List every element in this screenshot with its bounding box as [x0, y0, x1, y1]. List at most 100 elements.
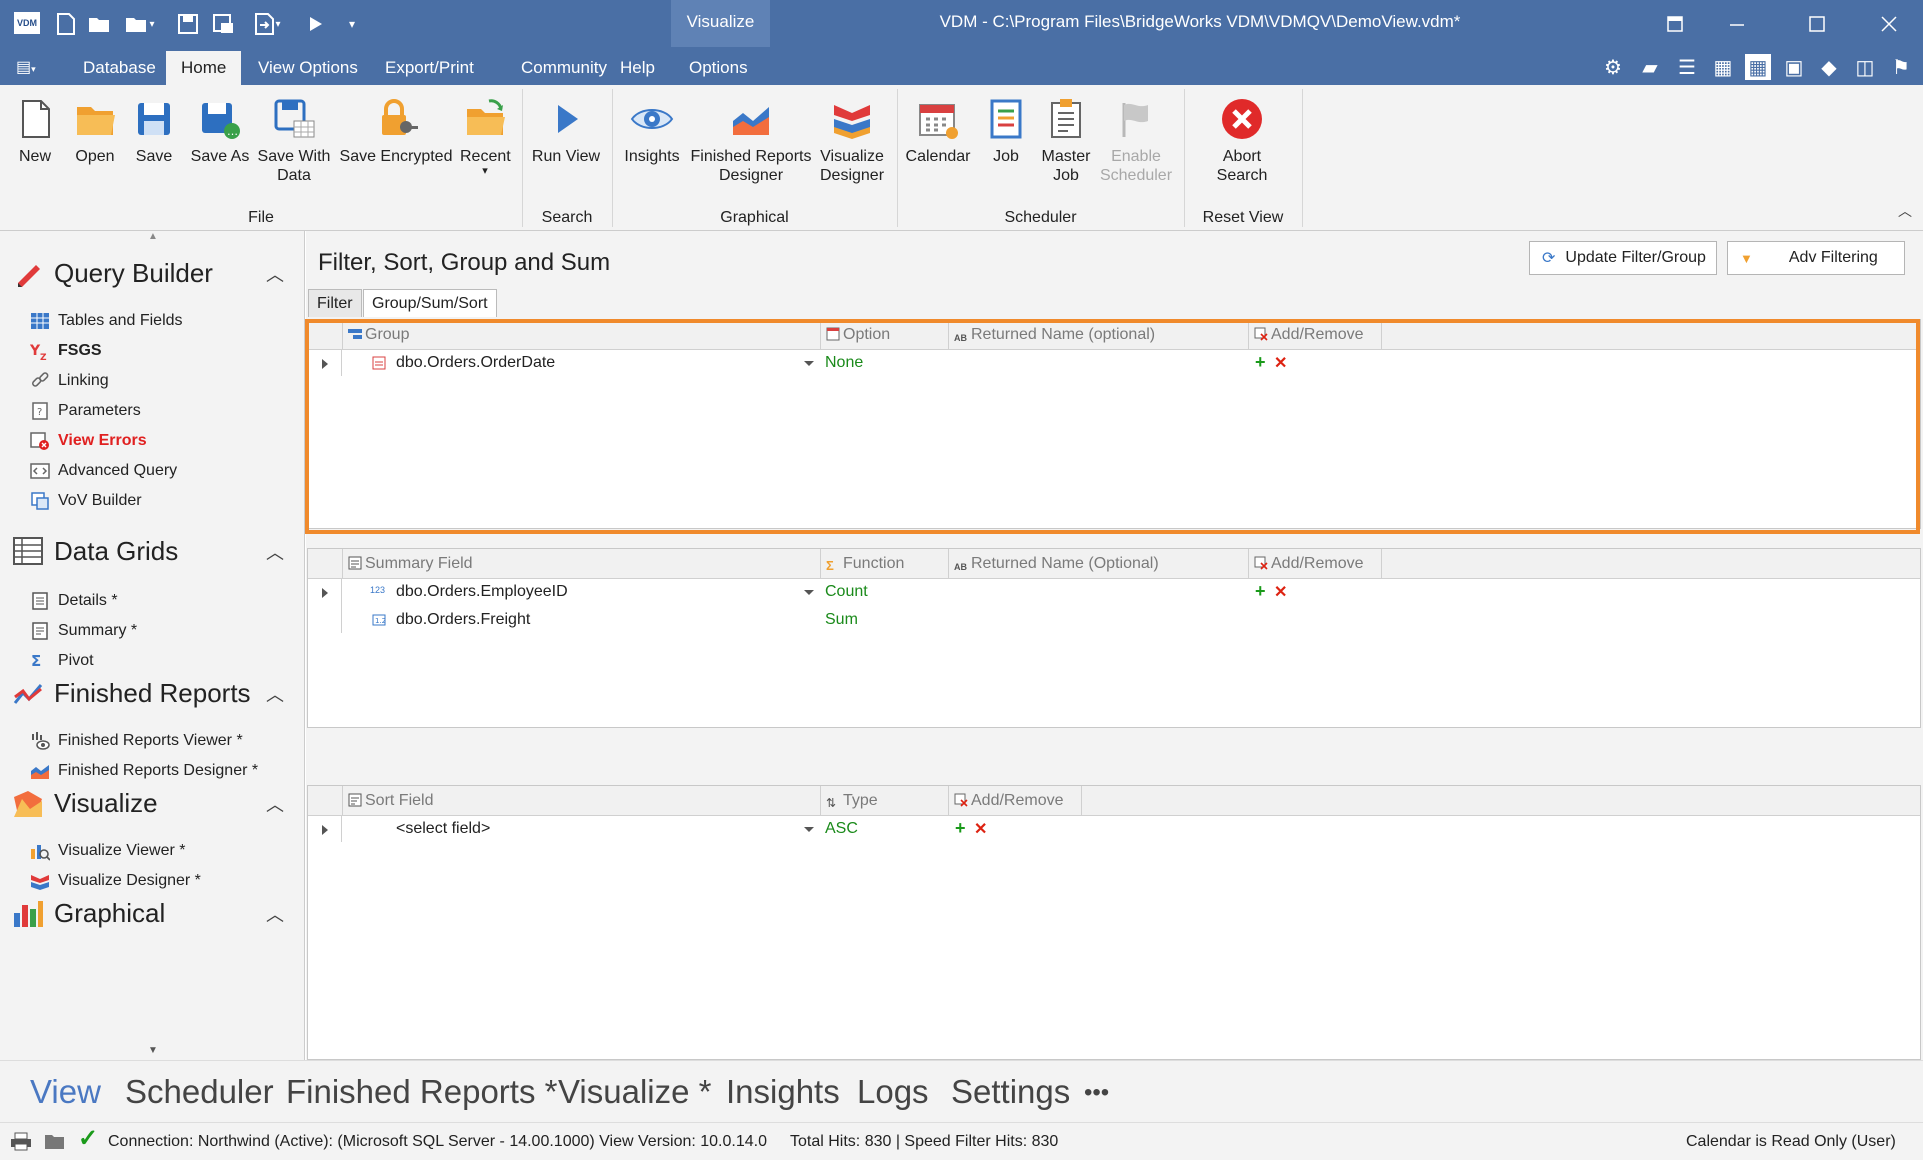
nav-item-linking[interactable]: Linking	[30, 371, 109, 391]
summary-function-value[interactable]: Sum	[825, 611, 858, 629]
scroll-up-icon[interactable]: ▲	[148, 231, 158, 242]
bottom-tab-settings[interactable]: Settings	[951, 1073, 1070, 1111]
bottom-tab-finished-reports[interactable]: Finished Reports *	[286, 1073, 557, 1111]
column-header-function[interactable]: Σ Function	[820, 549, 948, 579]
open-button[interactable]: Open	[70, 97, 120, 166]
table-row[interactable]: dbo.Orders.OrderDate None + ✕	[308, 350, 1920, 378]
tab-export-print[interactable]: Export/Print	[370, 51, 489, 85]
tab-home[interactable]: Home	[166, 51, 242, 85]
scroll-down-icon[interactable]: ▼	[148, 1045, 158, 1056]
column-header-add-remove[interactable]: Add/Remove	[1248, 549, 1382, 579]
collapse-ribbon-icon[interactable]: ︿	[1898, 201, 1912, 221]
field-dropdown-icon[interactable]	[804, 827, 814, 832]
customize-qat-icon[interactable]: ▾	[338, 10, 366, 38]
group-field-value[interactable]: dbo.Orders.OrderDate	[396, 354, 555, 372]
expand-row-icon[interactable]	[322, 588, 328, 598]
tab-database[interactable]: Database	[68, 51, 171, 85]
nav-item-vov-builder[interactable]: VoV Builder	[30, 491, 142, 511]
nav-item-tables-and-fields[interactable]: Tables and Fields	[30, 311, 183, 331]
details-grid-icon[interactable]: ▦	[1745, 54, 1771, 80]
save-encrypted-button[interactable]: Save Encrypted	[338, 97, 454, 166]
close-icon[interactable]	[1864, 6, 1914, 42]
field-dropdown-icon[interactable]	[804, 361, 814, 366]
enable-scheduler-button[interactable]: Enable Scheduler	[1098, 97, 1174, 185]
bottom-tab-view[interactable]: View	[30, 1073, 101, 1111]
group-option-value[interactable]: None	[825, 354, 863, 372]
column-header-group[interactable]: Group	[342, 320, 728, 350]
tab-filter[interactable]: Filter	[308, 289, 362, 317]
nav-item-view-errors[interactable]: View Errors	[30, 431, 147, 451]
printer-icon[interactable]	[10, 1131, 32, 1156]
nav-item-pivot[interactable]: Σ Pivot	[30, 651, 94, 671]
maximize-icon[interactable]	[1792, 6, 1842, 42]
open-folder-icon[interactable]	[86, 10, 114, 38]
column-header-option[interactable]: Option	[820, 320, 948, 350]
more-tabs-icon[interactable]: •••	[1084, 1079, 1109, 1107]
insights-button[interactable]: Insights	[618, 97, 686, 166]
collapse-chevron-icon[interactable]: ︿	[266, 539, 284, 565]
bottom-tab-visualize[interactable]: Visualize *	[558, 1073, 711, 1111]
folder-icon[interactable]: ▰	[1637, 54, 1663, 80]
sort-type-value[interactable]: ASC	[825, 820, 858, 838]
adv-filtering-button[interactable]: ▼ Adv Filtering	[1727, 241, 1905, 275]
bottom-tab-scheduler[interactable]: Scheduler	[125, 1073, 274, 1111]
sort-field-value[interactable]: <select field>	[396, 820, 490, 838]
nav-group-graphical[interactable]: Graphical	[12, 897, 165, 929]
column-header-add-remove[interactable]: Add/Remove	[1248, 320, 1382, 350]
update-filter-group-button[interactable]: ⟳ Update Filter/Group	[1529, 241, 1717, 275]
add-icon[interactable]: +	[1255, 581, 1266, 602]
nav-item-finished-reports-designer[interactable]: Finished Reports Designer *	[30, 761, 258, 781]
document-list-icon[interactable]: ☰	[1674, 54, 1700, 80]
recent-button[interactable]: Recent ▾	[460, 97, 511, 177]
export-icon[interactable]: ▾	[248, 10, 288, 38]
nav-group-visualize[interactable]: Visualize	[12, 787, 158, 819]
add-icon[interactable]: +	[955, 818, 966, 839]
nav-item-parameters[interactable]: ? Parameters	[30, 401, 141, 421]
finished-reports-designer-button[interactable]: Finished Reports Designer	[690, 97, 812, 185]
nav-group-query-builder[interactable]: Query Builder	[12, 257, 213, 289]
column-header-summary-field[interactable]: Summary Field	[342, 549, 728, 579]
field-dropdown-icon[interactable]	[804, 590, 814, 595]
expand-row-icon[interactable]	[322, 359, 328, 369]
table-row[interactable]: 123 dbo.Orders.EmployeeID Count + ✕	[308, 579, 1920, 607]
job-button[interactable]: Job	[980, 97, 1032, 166]
collapse-chevron-icon[interactable]: ︿	[266, 261, 284, 287]
summary-function-value[interactable]: Count	[825, 583, 868, 601]
save-as-button[interactable]: … Save As	[188, 97, 252, 166]
collapse-chevron-icon[interactable]: ︿	[266, 681, 284, 707]
collapse-chevron-icon[interactable]: ︿	[266, 901, 284, 927]
calendar-button[interactable]: Calendar	[902, 97, 974, 166]
minimize-icon[interactable]	[1712, 6, 1762, 42]
save-icon[interactable]	[174, 10, 202, 38]
nav-item-details[interactable]: Details *	[30, 591, 118, 611]
nav-item-finished-reports-viewer[interactable]: Finished Reports Viewer *	[30, 731, 243, 751]
nav-item-visualize-viewer[interactable]: Visualize Viewer *	[30, 841, 185, 861]
nav-item-fsgs[interactable]: YZ FSGS	[29, 341, 102, 363]
tab-group-sum-sort[interactable]: Group/Sum/Sort	[363, 289, 497, 317]
app-menu-icon[interactable]: ▤▾	[16, 57, 46, 77]
settings-file-icon[interactable]: ⚙	[1600, 54, 1626, 80]
bottom-tab-insights[interactable]: Insights	[726, 1073, 840, 1111]
recent-folder-icon[interactable]: ▾	[122, 10, 158, 38]
remove-icon[interactable]: ✕	[1274, 353, 1287, 373]
calendar-icon[interactable]: ▣	[1781, 54, 1807, 80]
new-file-icon[interactable]	[52, 10, 80, 38]
save-all-icon[interactable]	[210, 10, 238, 38]
folder-status-icon[interactable]	[44, 1131, 66, 1156]
summary-field-value[interactable]: dbo.Orders.EmployeeID	[396, 583, 568, 601]
column-header-returned-name[interactable]: AB Returned Name (Optional)	[948, 549, 1248, 579]
save-with-data-button[interactable]: Save With Data	[256, 97, 332, 185]
nav-group-data-grids[interactable]: Data Grids	[12, 535, 178, 567]
visualize-designer-button[interactable]: Visualize Designer	[814, 97, 890, 185]
nav-item-advanced-query[interactable]: Advanced Query	[30, 461, 177, 481]
restore-layout-icon[interactable]	[1650, 6, 1700, 42]
tab-help[interactable]: Help	[605, 51, 670, 85]
tab-view-options[interactable]: View Options	[243, 51, 373, 85]
column-header-sort-field[interactable]: Sort Field	[342, 786, 728, 816]
expand-row-icon[interactable]	[322, 825, 328, 835]
remove-icon[interactable]: ✕	[974, 819, 987, 839]
table-row[interactable]: 1.2 dbo.Orders.Freight Sum	[308, 607, 1920, 635]
column-header-returned-name[interactable]: AB Returned Name (optional)	[948, 320, 1248, 350]
column-header-type[interactable]: ⇅ Type	[820, 786, 948, 816]
tag-icon[interactable]: ◆	[1816, 54, 1842, 80]
